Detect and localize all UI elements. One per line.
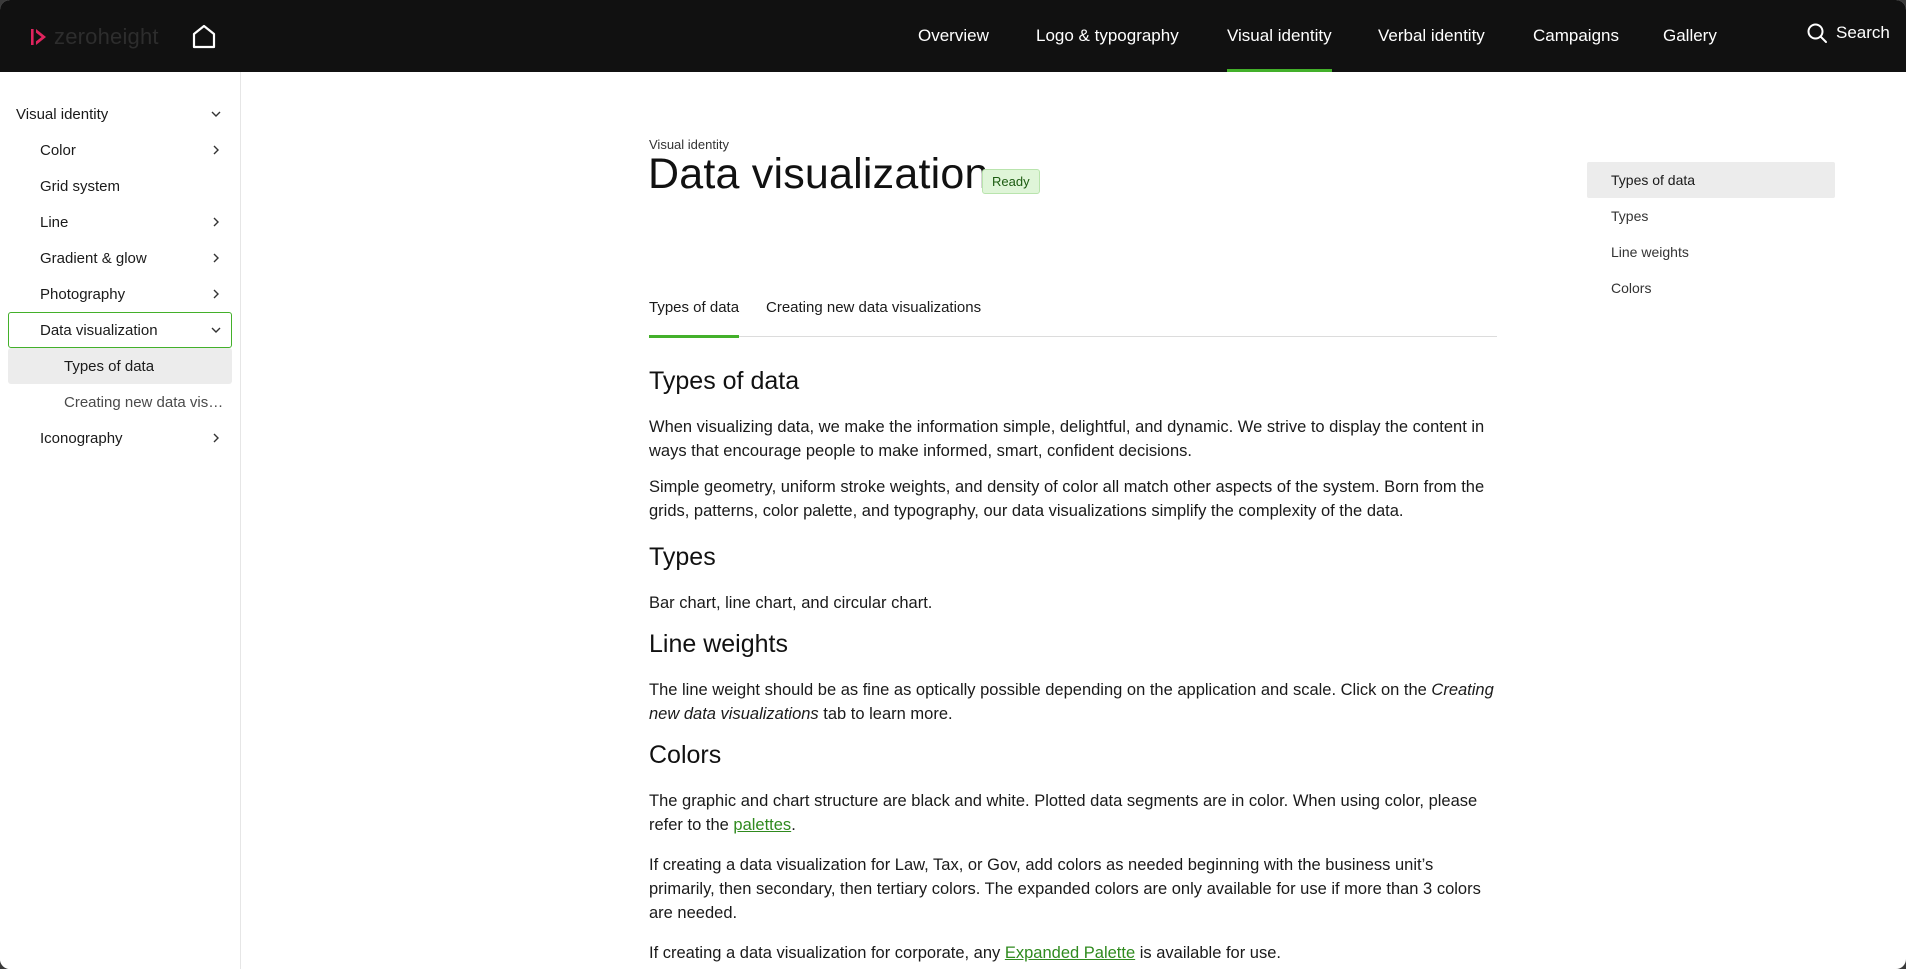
- paragraph: When visualizing data, we make the infor…: [649, 418, 1485, 460]
- heading-line-weights: Line weights: [649, 630, 788, 658]
- paragraph: If creating a data visualization for Law…: [649, 856, 1481, 922]
- zeroheight-logo-icon: [31, 29, 46, 45]
- sidebar-item-label: Color: [40, 141, 76, 159]
- nav-overview[interactable]: Overview: [918, 0, 989, 72]
- sidebar-item-line[interactable]: Line: [8, 204, 232, 240]
- paragraph: The line weight should be as fine as opt…: [649, 678, 1497, 726]
- nav-gallery[interactable]: Gallery: [1663, 0, 1717, 72]
- search-icon: [1807, 23, 1827, 43]
- sidebar-item-label: Creating new data visualizations: [64, 393, 224, 411]
- chevron-right-icon: [213, 145, 219, 155]
- text: The line weight should be as fine as opt…: [649, 681, 1432, 699]
- sidebar-item-label: Visual identity: [16, 105, 109, 123]
- search-button[interactable]: Search: [1806, 22, 1890, 44]
- sidebar-item-color[interactable]: Color: [8, 132, 232, 168]
- expanded-palette-link[interactable]: Expanded Palette: [1005, 944, 1135, 962]
- sidebar-item-label: Gradient & glow: [40, 249, 147, 267]
- tab-types-of-data[interactable]: Types of data: [649, 299, 740, 338]
- sidebar-item-label: Grid system: [40, 177, 121, 195]
- logo-text: zeroheight: [54, 24, 159, 49]
- search-label: Search: [1836, 23, 1890, 42]
- home-icon[interactable]: [190, 22, 218, 50]
- chevron-right-icon: [213, 289, 219, 299]
- page-tabs: Types of data Creating new data visualiz…: [649, 290, 1497, 338]
- paragraph: Simple geometry, uniform stroke weights,…: [649, 478, 1485, 520]
- sidebar-item-gradient-glow[interactable]: Gradient & glow: [8, 240, 232, 276]
- nav-visual-identity[interactable]: Visual identity: [1227, 0, 1332, 72]
- text: If creating a data visualization for cor…: [649, 944, 1005, 962]
- text: .: [791, 816, 796, 834]
- sidebar-item-visual-identity[interactable]: Visual identity: [8, 96, 232, 132]
- sidebar-item-label: Types of data: [64, 357, 155, 375]
- sidebar-item-iconography[interactable]: Iconography: [8, 420, 232, 456]
- sidebar-item-grid-system[interactable]: Grid system: [8, 168, 232, 204]
- chevron-down-icon: [211, 327, 221, 333]
- sidebar-item-label: Photography: [40, 285, 126, 303]
- heading-types: Types: [649, 543, 716, 571]
- toc-item-types-of-data[interactable]: Types of data: [1587, 162, 1835, 198]
- sidebar-item-label: Line: [40, 213, 69, 231]
- sidebar-item-data-visualization[interactable]: Data visualization: [8, 312, 232, 348]
- tab-creating-new-data-visualizations[interactable]: Creating new data visualizations: [766, 299, 981, 337]
- chevron-right-icon: [213, 217, 219, 227]
- sidebar-item-label: Iconography: [40, 429, 123, 447]
- text: tab to learn more.: [818, 705, 953, 723]
- chevron-right-icon: [213, 253, 219, 263]
- paragraph: If creating a data visualization for cor…: [649, 941, 1497, 965]
- logo[interactable]: zeroheight: [30, 24, 159, 50]
- palettes-link[interactable]: palettes: [733, 816, 791, 834]
- nav-verbal-identity[interactable]: Verbal identity: [1378, 0, 1485, 72]
- chevron-down-icon: [211, 111, 221, 117]
- app-window: zeroheight Overview Logo & typography Vi…: [0, 0, 1906, 969]
- sidebar-item-creating-new-data-visualizations[interactable]: Creating new data visualizations: [8, 384, 232, 420]
- status-badge: Ready: [982, 169, 1040, 194]
- heading-colors: Colors: [649, 741, 722, 769]
- top-navigation-bar: zeroheight Overview Logo & typography Vi…: [0, 0, 1906, 72]
- page-title: Data visualization: [648, 150, 989, 198]
- paragraph: The graphic and chart structure are blac…: [649, 789, 1497, 837]
- toc-item-line-weights[interactable]: Line weights: [1587, 234, 1835, 270]
- sidebar: Visual identity Color Grid system Line G…: [0, 72, 241, 969]
- nav-campaigns[interactable]: Campaigns: [1533, 0, 1619, 72]
- sidebar-item-photography[interactable]: Photography: [8, 276, 232, 312]
- nav-logo-typography[interactable]: Logo & typography: [1036, 0, 1179, 72]
- chevron-right-icon: [213, 433, 219, 443]
- text: is available for use.: [1135, 944, 1281, 962]
- toc-item-colors[interactable]: Colors: [1587, 270, 1835, 306]
- heading-types-of-data: Types of data: [649, 367, 800, 395]
- toc-item-types[interactable]: Types: [1587, 198, 1835, 234]
- sidebar-item-types-of-data[interactable]: Types of data: [8, 348, 232, 384]
- sidebar-item-label: Data visualization: [40, 321, 158, 339]
- paragraph: Bar chart, line chart, and circular char…: [649, 594, 933, 612]
